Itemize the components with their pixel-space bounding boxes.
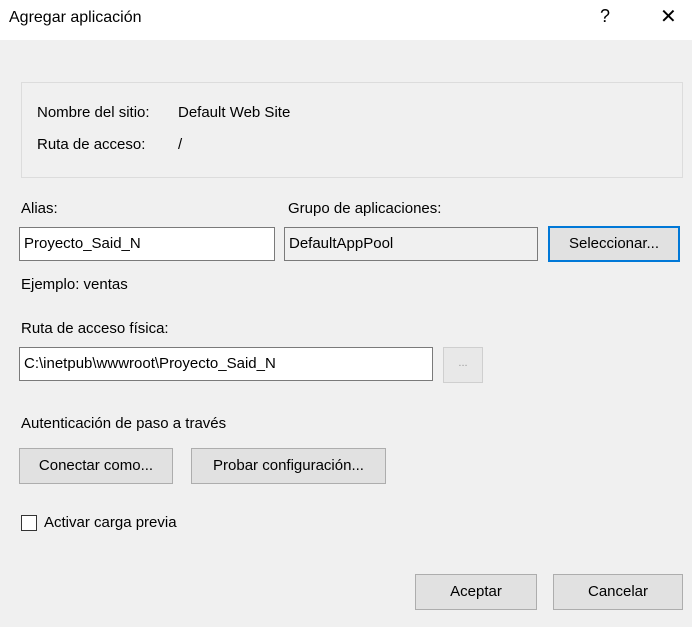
physical-path-label: Ruta de acceso física: [21,320,169,337]
preload-label: Activar carga previa [44,514,177,531]
help-icon[interactable]: ? [600,6,610,27]
select-app-pool-button[interactable]: Seleccionar... [548,226,680,262]
cancel-button[interactable]: Cancelar [553,574,683,610]
path-value: / [178,136,183,153]
close-icon[interactable]: ✕ [660,4,677,29]
title-bar: Agregar aplicación ? ✕ [0,0,692,40]
preload-checkbox[interactable] [21,515,37,531]
auth-label: Autenticación de paso a través [21,415,227,432]
site-info-panel [21,82,683,178]
app-pool-label: Grupo de aplicaciones: [288,200,442,217]
site-name-value: Default Web Site [178,104,291,121]
path-label: Ruta de acceso: [37,136,146,153]
site-name-label: Nombre del sitio: [37,104,150,121]
window-title: Agregar aplicación [9,9,142,26]
browse-button[interactable]: ... [443,347,483,383]
alias-label: Alias: [21,200,58,217]
test-settings-button[interactable]: Probar configuración... [191,448,386,484]
alias-input[interactable]: Proyecto_Said_N [19,227,275,261]
alias-example: Ejemplo: ventas [21,276,128,293]
app-pool-field: DefaultAppPool [284,227,538,261]
physical-path-input[interactable]: C:\inetpub\wwwroot\Proyecto_Said_N [19,347,433,381]
connect-as-button[interactable]: Conectar como... [19,448,173,484]
ok-button[interactable]: Aceptar [415,574,537,610]
